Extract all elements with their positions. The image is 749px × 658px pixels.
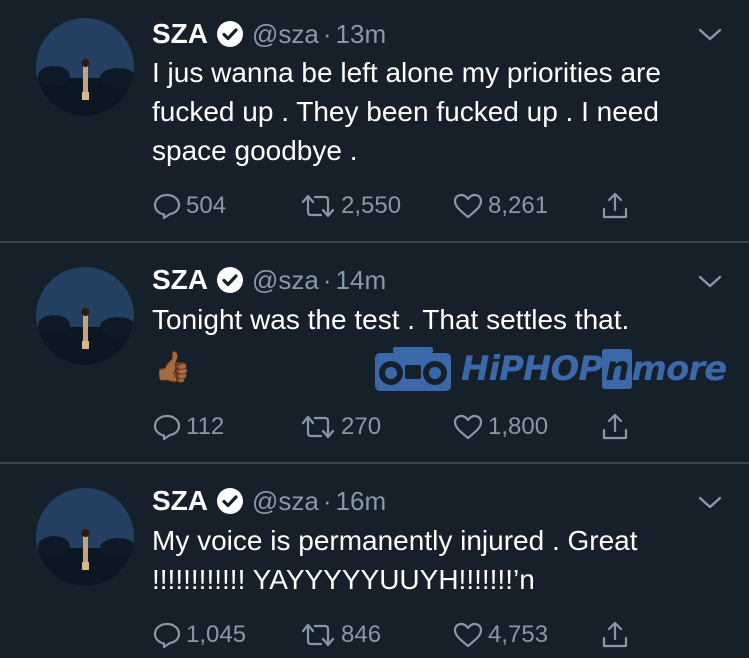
timestamp[interactable]: 14m [336,265,387,296]
retweet-button[interactable]: 846 [299,618,381,652]
reply-count: 112 [186,413,225,440]
verified-badge-icon [216,20,244,48]
divider [0,462,749,464]
like-count: 8,261 [488,192,549,219]
chevron-down-icon[interactable] [697,492,723,512]
timestamp[interactable]: 16m [336,486,387,517]
retweet-button[interactable]: 270 [299,410,381,444]
separator-dot: · [322,485,332,516]
reply-button[interactable]: 1,045 [152,618,246,652]
share-button[interactable] [600,410,634,444]
thumbs-up-emoji: 👍🏾 [154,351,192,384]
retweet-icon [301,415,335,439]
like-icon [453,622,483,648]
retweet-count: 2,550 [341,192,402,219]
reply-icon [153,193,181,220]
retweet-icon [301,194,335,218]
like-count: 4,753 [488,621,549,648]
verified-badge-icon [216,487,244,515]
tweet-actions: 112 270 1,800 [152,410,652,444]
handle[interactable]: @sza [252,19,319,50]
tweet-text: My voice is permanently injured . Great … [152,525,638,595]
display-name[interactable]: SZA [152,264,208,296]
like-icon [453,414,483,440]
handle[interactable]: @sza [252,486,319,517]
timestamp[interactable]: 13m [336,19,387,50]
share-icon [602,192,628,219]
avatar-image [36,267,134,365]
watermark-text: HiPHOPnmore [461,349,727,389]
share-button[interactable] [600,618,634,652]
hiphopnmore-watermark: HiPHOPnmore [373,341,737,397]
separator-dot: · [322,18,332,49]
reply-count: 504 [186,192,227,219]
share-button[interactable] [600,189,634,223]
divider [0,241,749,243]
tweet-text: I jus wanna be left alone my priorities … [152,57,661,166]
tweet-actions: 1,045 846 4,753 [152,618,652,652]
avatar-image [36,18,134,116]
retweet-count: 270 [341,413,382,440]
like-icon [453,193,483,219]
display-name[interactable]: SZA [152,18,208,50]
boombox-icon [375,347,451,391]
reply-count: 1,045 [186,621,247,648]
reply-button[interactable]: 504 [152,189,226,223]
reply-icon [153,622,181,649]
avatar-image [36,488,134,586]
reply-button[interactable]: 112 [152,410,224,444]
retweet-button[interactable]: 2,550 [299,189,401,223]
like-button[interactable]: 4,753 [452,618,548,652]
handle[interactable]: @sza [252,265,319,296]
like-count: 1,800 [488,413,549,440]
share-icon [602,621,628,648]
tweet-text: Tonight was the test . That settles that… [152,304,630,335]
verified-badge-icon [216,266,244,294]
like-button[interactable]: 1,800 [452,410,548,444]
avatar[interactable] [36,18,134,116]
reply-icon [153,414,181,441]
avatar[interactable] [36,267,134,365]
display-name[interactable]: SZA [152,485,208,517]
retweet-count: 846 [341,621,382,648]
avatar[interactable] [36,488,134,586]
share-icon [602,413,628,440]
like-button[interactable]: 8,261 [452,189,548,223]
retweet-icon [301,623,335,647]
separator-dot: · [322,264,332,295]
chevron-down-icon[interactable] [697,271,723,291]
tweet-actions: 504 2,550 8,261 [152,189,652,223]
chevron-down-icon[interactable] [697,24,723,44]
